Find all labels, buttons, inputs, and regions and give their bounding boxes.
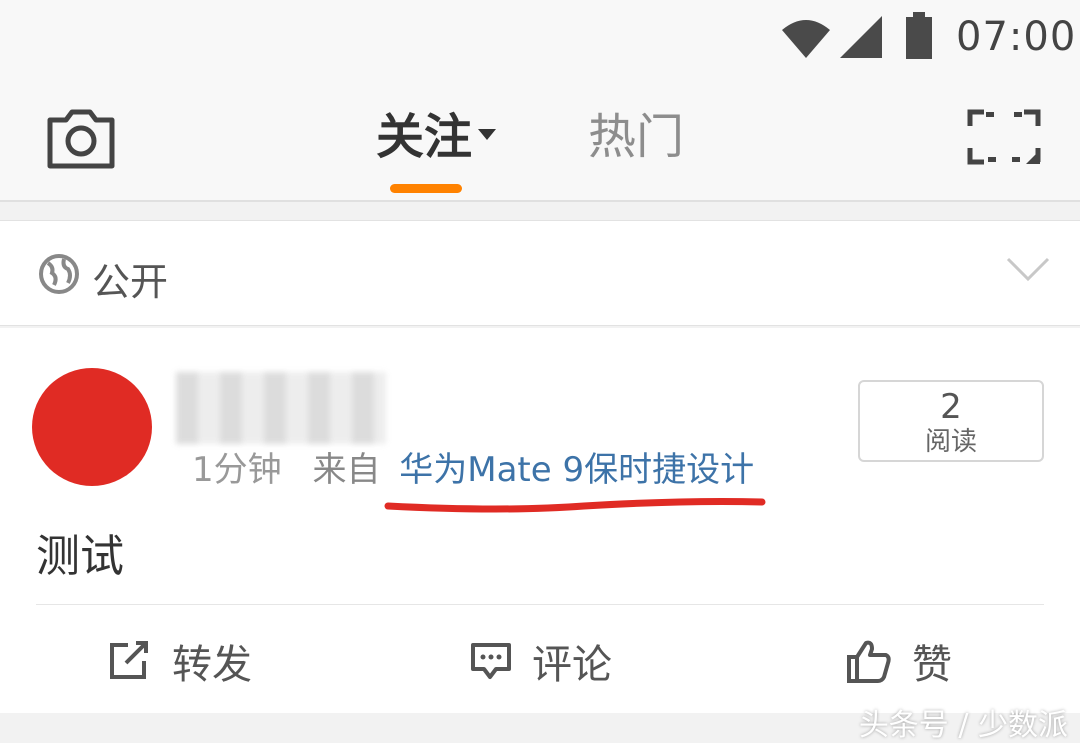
post-text: 测试 bbox=[36, 531, 124, 582]
repost-button[interactable]: 转发 bbox=[108, 636, 252, 688]
repost-icon bbox=[110, 641, 148, 679]
scan-icon[interactable] bbox=[966, 108, 1042, 166]
active-tab-indicator bbox=[390, 184, 462, 193]
signal-icon bbox=[840, 16, 882, 58]
like-label: 赞 bbox=[912, 642, 952, 688]
thumbs-up-icon bbox=[847, 640, 891, 683]
read-count: 2 bbox=[940, 387, 962, 427]
post-time: 1分钟 bbox=[192, 450, 282, 490]
post-card: 1分钟 来自 华为Mate 9保时捷设计 2 阅读 测试 转发 评论 赞 bbox=[0, 328, 1080, 713]
read-label: 阅读 bbox=[924, 427, 977, 457]
red-underline-annotation bbox=[384, 498, 766, 513]
read-count-box: 2 阅读 bbox=[858, 380, 1044, 462]
avatar[interactable] bbox=[32, 368, 152, 486]
comment-label: 评论 bbox=[532, 642, 612, 688]
comment-button[interactable]: 评论 bbox=[470, 636, 612, 688]
like-button[interactable]: 赞 bbox=[846, 636, 952, 688]
top-nav-bar: 关注 热门 bbox=[0, 80, 1080, 202]
chevron-down-icon bbox=[478, 128, 497, 140]
tab-follow[interactable]: 关注 bbox=[376, 108, 497, 166]
tab-hot[interactable]: 热门 bbox=[588, 108, 684, 166]
camera-icon[interactable] bbox=[44, 106, 118, 170]
globe-icon bbox=[39, 254, 79, 294]
username-redacted[interactable] bbox=[176, 372, 386, 444]
divider bbox=[36, 604, 1044, 605]
post-source-link[interactable]: 华为Mate 9保时捷设计 bbox=[399, 450, 754, 490]
battery-icon bbox=[906, 12, 932, 59]
wifi-icon bbox=[782, 20, 830, 58]
tab-follow-label: 关注 bbox=[376, 109, 473, 165]
comment-icon bbox=[471, 643, 511, 679]
visibility-selector[interactable]: 公开 bbox=[0, 220, 1080, 326]
repost-label: 转发 bbox=[172, 642, 252, 688]
chevron-down-icon[interactable] bbox=[1006, 257, 1050, 283]
status-bar: 07:00 bbox=[0, 0, 1080, 80]
post-meta: 1分钟 来自 华为Mate 9保时捷设计 bbox=[192, 448, 754, 492]
status-time: 07:00 bbox=[956, 14, 1077, 60]
post-from-label: 来自 bbox=[312, 450, 381, 490]
watermark: 头条号 / 少数派 bbox=[858, 708, 1068, 743]
visibility-label: 公开 bbox=[92, 260, 169, 304]
